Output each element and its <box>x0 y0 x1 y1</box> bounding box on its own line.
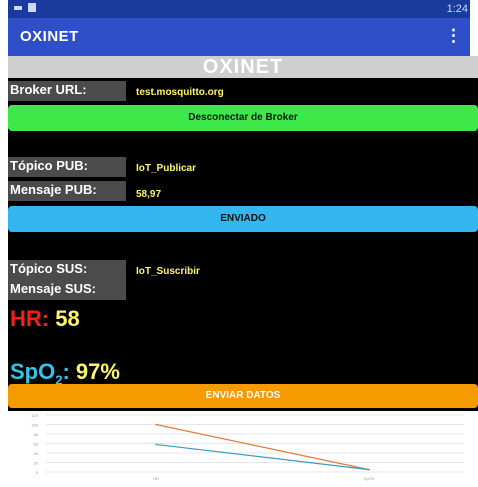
status-time: 1:24 <box>446 3 468 15</box>
phone-screen: 1:24 OXINET ⋮ OXINET Broker URL: test.mo… <box>8 0 478 482</box>
chart-y-tick-label: 80 <box>34 432 39 437</box>
pub-topic-label: Tópico PUB: <box>8 157 126 177</box>
vitals-chart: 0 20 40 60 80 100 120 HR SpO2 <box>8 411 478 482</box>
pub-message-value[interactable]: 58,97 <box>136 189 161 200</box>
sus-message-label: Mensaje SUS: <box>8 280 126 300</box>
sus-topic-label: Tópico SUS: <box>8 260 126 280</box>
app-title: OXINET <box>20 28 79 45</box>
pub-topic-value[interactable]: IoT_Publicar <box>136 163 196 174</box>
chart-point <box>155 423 157 426</box>
chart-y-tick-label: 60 <box>34 442 39 447</box>
chart-series-line <box>155 443 370 471</box>
chart-point <box>155 443 157 446</box>
main-content: OXINET Broker URL: test.mosquitto.org De… <box>8 56 478 482</box>
hr-value: 58 <box>55 306 80 331</box>
page-banner: OXINET <box>8 56 478 78</box>
spo2-value: 97% <box>75 359 120 384</box>
notification-icon <box>14 3 36 12</box>
send-data-button[interactable]: ENVIAR DATOS <box>8 384 478 408</box>
hr-label: HR: <box>10 306 50 331</box>
broker-url-label: Broker URL: <box>8 81 126 101</box>
spo2-label: SpO2: <box>10 359 70 388</box>
chart-y-tick-label: 0 <box>36 470 39 475</box>
chart-y-tick-label: 100 <box>31 423 38 428</box>
pub-message-label: Mensaje PUB: <box>8 181 126 201</box>
overflow-menu-icon[interactable]: ⋮ <box>445 26 462 46</box>
broker-url-value[interactable]: test.mosquitto.org <box>136 87 224 98</box>
status-bar: 1:24 <box>8 0 470 18</box>
status-icons <box>14 2 40 17</box>
chart-y-tick-label: 20 <box>34 461 39 466</box>
chart-x-tick-label: SpO2 <box>364 476 375 481</box>
chart-point <box>368 468 370 471</box>
sus-topic-value[interactable]: IoT_Suscribir <box>136 266 200 277</box>
chart-x-tick-label: HR <box>153 476 159 481</box>
chart-svg: 0 20 40 60 80 100 120 HR SpO2 <box>31 413 464 481</box>
app-bar: OXINET ⋮ <box>8 18 470 56</box>
disconnect-broker-button[interactable]: Desconectar de Broker <box>8 105 478 131</box>
chart-y-tick-label: 40 <box>34 451 39 456</box>
hr-readout: HR: 58 <box>10 306 80 332</box>
chart-y-tick-label: 120 <box>31 413 38 418</box>
sent-button[interactable]: ENVIADO <box>8 206 478 232</box>
